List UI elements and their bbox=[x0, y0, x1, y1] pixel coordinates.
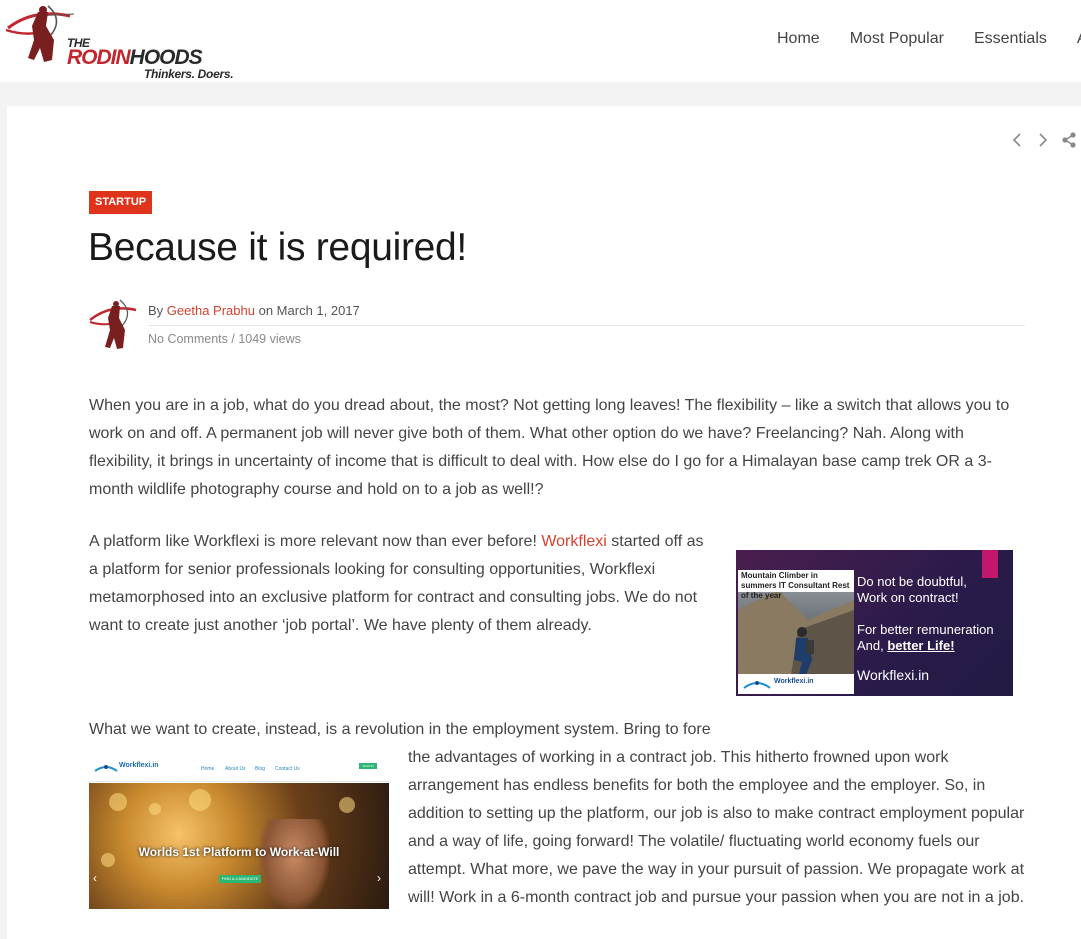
ad-logo-text: Workflexi.in bbox=[774, 678, 814, 685]
screenshot-menu-blog: Blog bbox=[255, 766, 266, 772]
post-paragraph-3-first-line: What we want to create, instead, is a re… bbox=[89, 721, 711, 738]
chevron-right-icon[interactable] bbox=[1030, 131, 1056, 149]
site-logo[interactable]: THE RODINHOODS Thinkers. Doers. bbox=[4, 2, 240, 81]
author-avatar[interactable] bbox=[88, 298, 138, 352]
archer-avatar-icon bbox=[89, 299, 137, 349]
ad-line-2: Work on contract! bbox=[857, 590, 959, 605]
post-paragraph-2: A platform like Workflexi is more releva… bbox=[89, 533, 704, 634]
post-navigation bbox=[1004, 131, 1081, 149]
screenshot-menu-contact: Contact Us bbox=[275, 766, 300, 772]
category-badge[interactable]: STARTUP bbox=[89, 191, 153, 214]
workflexi-logo-icon bbox=[94, 765, 118, 772]
author-link[interactable]: Geetha Prabhu bbox=[167, 303, 255, 318]
workflexi-logo-icon bbox=[743, 681, 771, 689]
ad-line-4: And, better Life! bbox=[857, 638, 955, 653]
meta-divider bbox=[148, 325, 1025, 326]
screenshot-left-arrow: ‹ bbox=[93, 871, 97, 885]
workflexi-ad-image: Mountain Climber in summers IT Consultan… bbox=[736, 550, 1013, 696]
nav-item-essentials[interactable]: Essentials bbox=[974, 30, 1047, 48]
screenshot-menu-about: About Us bbox=[225, 766, 246, 772]
ad-caption: Mountain Climber in summers IT Consultan… bbox=[738, 570, 854, 600]
nav-item-more[interactable]: A bbox=[1077, 30, 1081, 48]
screenshot-right-arrow: › bbox=[377, 871, 381, 885]
screenshot-menu-home: Home bbox=[201, 766, 215, 772]
archer-logo-icon bbox=[5, 5, 74, 62]
screenshot-person bbox=[259, 819, 329, 909]
comments-link[interactable]: No Comments bbox=[148, 332, 228, 346]
screenshot-hero: Worlds 1st Platform to Work-at-Will FIND… bbox=[89, 783, 389, 909]
bookmark-ribbon bbox=[982, 550, 998, 578]
logo-tagline: Thinkers. Doers. bbox=[144, 67, 234, 81]
screenshot-headline: Worlds 1st Platform to Work-at-Will bbox=[138, 845, 340, 859]
post-date: on March 1, 2017 bbox=[258, 303, 360, 318]
screenshot-cta: FIND A CANDIDATE bbox=[219, 875, 261, 883]
post-meta-byline: By Geetha Prabhu on March 1, 2017 bbox=[148, 303, 360, 318]
workflexi-site-screenshot: Workflexi.in Home About Us Blog Contact … bbox=[89, 755, 389, 909]
chevron-left-icon[interactable] bbox=[1004, 131, 1030, 149]
screenshot-logo-text: Workflexi.in bbox=[119, 762, 159, 769]
views-count: 1049 views bbox=[238, 332, 301, 346]
post-paragraph-1: When you are in a job, what do you dread… bbox=[89, 397, 1010, 498]
site-header: THE RODINHOODS Thinkers. Doers. Home Mos… bbox=[0, 0, 1081, 82]
share-icon[interactable] bbox=[1056, 131, 1081, 149]
post-paragraph-3-rest: the advantages of working in a contract … bbox=[408, 749, 1025, 906]
ad-site-url: Workflexi.in bbox=[857, 667, 930, 683]
post-title: Because it is required! bbox=[88, 226, 467, 269]
ad-line-1: Do not be doubtful, bbox=[857, 574, 967, 589]
post-meta-stats: No Comments / 1049 views bbox=[148, 332, 301, 346]
screenshot-signin-button: SIGN IN bbox=[359, 763, 377, 769]
screenshot-navbar: Workflexi.in Home About Us Blog Contact … bbox=[89, 755, 389, 782]
ad-line-3: For better remuneration bbox=[857, 622, 994, 637]
workflexi-link[interactable]: Workflexi bbox=[541, 533, 607, 550]
nav-item-most-popular[interactable]: Most Popular bbox=[850, 30, 944, 48]
nav-item-home[interactable]: Home bbox=[777, 30, 820, 48]
main-nav: Home Most Popular Essentials A bbox=[777, 30, 1081, 48]
